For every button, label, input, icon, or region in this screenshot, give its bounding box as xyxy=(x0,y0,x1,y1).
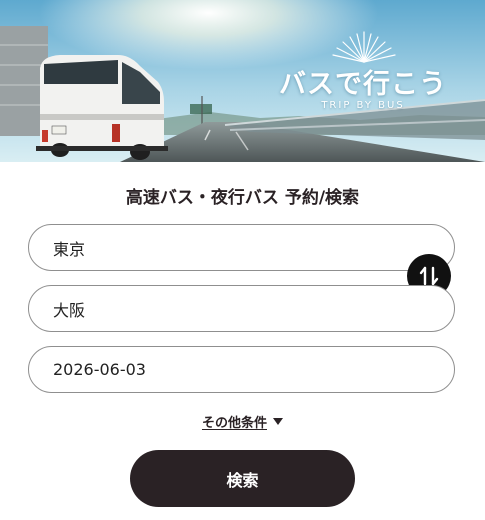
hero-title: バスで行こう xyxy=(279,69,447,100)
hero-banner: バスで行こう TRIP BY BUS xyxy=(0,0,485,162)
arrival-input[interactable] xyxy=(29,286,454,331)
caret-down-icon[interactable] xyxy=(273,418,283,425)
more-conditions-link[interactable]: その他条件 xyxy=(202,416,267,431)
arrival-field[interactable] xyxy=(28,285,455,332)
hero-subtitle: TRIP BY BUS xyxy=(321,100,405,111)
search-button[interactable]: 検索 xyxy=(130,450,355,507)
departure-field[interactable] xyxy=(28,224,455,271)
sunburst-icon xyxy=(332,31,396,63)
search-heading: 高速バス・夜行バス 予約/検索 xyxy=(125,188,360,208)
departure-input[interactable] xyxy=(29,225,454,270)
more-conditions[interactable]: その他条件 xyxy=(0,412,485,431)
date-field[interactable] xyxy=(28,346,455,393)
date-input[interactable] xyxy=(29,347,454,392)
